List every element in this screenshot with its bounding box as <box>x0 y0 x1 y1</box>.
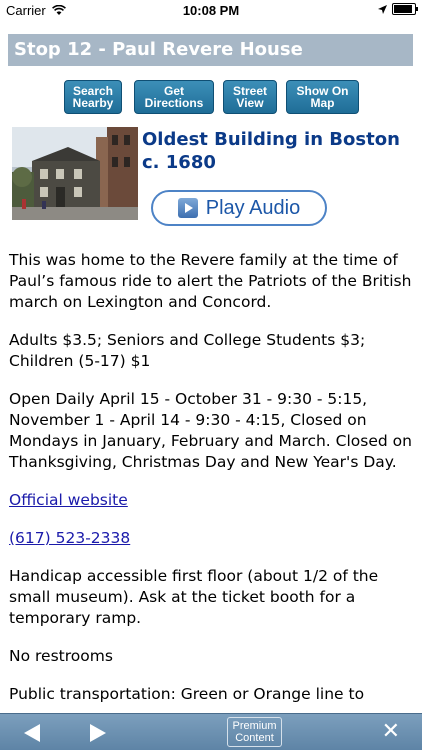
official-website-link[interactable]: Official website <box>9 491 128 509</box>
play-icon <box>177 198 198 218</box>
get-directions-button[interactable]: Get Directions <box>134 80 214 114</box>
close-icon[interactable]: ✕ <box>382 719 400 744</box>
status-bar: Carrier 10:08 PM <box>0 0 422 22</box>
accessibility-info: Handicap accessible first floor (about 1… <box>9 567 379 627</box>
stop-description: This was home to the Revere family at th… <box>9 250 414 722</box>
back-arrow-icon[interactable] <box>24 724 40 742</box>
search-nearby-button[interactable]: Search Nearby <box>64 80 122 114</box>
page-title: Stop 12 - Paul Revere House <box>14 39 303 60</box>
transport-info: Public transportation: Green or Orange l… <box>9 685 365 703</box>
bottom-toolbar: Premium Content ✕ <box>0 713 422 750</box>
title-bar: Stop 12 - Paul Revere House <box>8 34 413 66</box>
action-buttons: Search Nearby Get Directions Street View… <box>0 80 422 114</box>
house-photo <box>12 127 138 220</box>
intro-paragraph: This was home to the Revere family at th… <box>9 251 412 311</box>
admission-prices: Adults $3.5; Seniors and College Student… <box>9 331 366 370</box>
premium-content-button[interactable]: Premium Content <box>227 717 282 747</box>
battery-icon <box>392 3 418 15</box>
restrooms-info: No restrooms <box>9 647 113 665</box>
location-arrow-icon <box>378 4 387 14</box>
play-audio-label: Play Audio <box>205 196 301 219</box>
show-on-map-button[interactable]: Show On Map <box>286 80 359 114</box>
street-view-button[interactable]: Street View <box>223 80 277 114</box>
stop-headline: Oldest Building in Boston c. 1680 <box>142 129 400 173</box>
play-audio-button[interactable]: Play Audio <box>151 190 327 226</box>
phone-link[interactable]: (617) 523-2338 <box>9 529 130 547</box>
forward-arrow-icon[interactable] <box>90 724 106 742</box>
clock: 10:08 PM <box>182 3 240 18</box>
opening-hours: Open Daily April 15 - October 31 - 9:30 … <box>9 390 412 471</box>
